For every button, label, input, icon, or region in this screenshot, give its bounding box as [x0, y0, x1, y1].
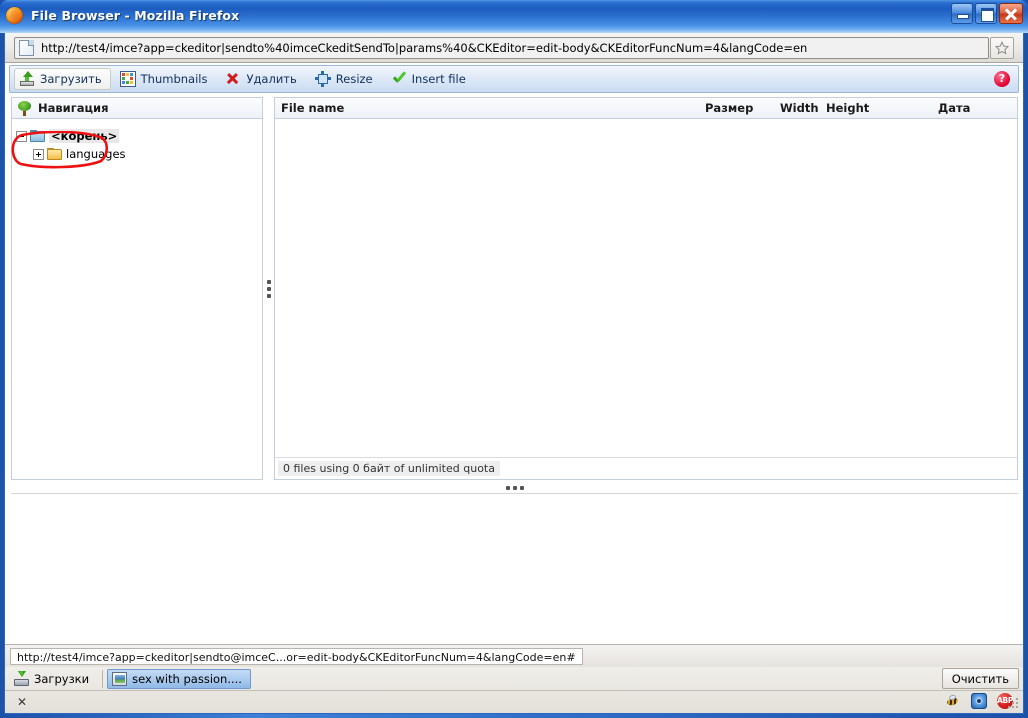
quota-text: 0 files using 0 байт of unlimited quota [278, 461, 500, 476]
quota-bar: 0 files using 0 байт of unlimited quota [275, 457, 1017, 479]
folder-tree: <корень> languages [12, 119, 262, 163]
navigation-panel: Навигация <корень> languages [11, 97, 263, 480]
vertical-splitter-grip [267, 279, 271, 298]
window-controls [951, 3, 1023, 24]
vertical-splitter[interactable] [264, 97, 274, 480]
close-button[interactable] [999, 3, 1023, 24]
shield-icon[interactable] [971, 693, 987, 709]
taskbar-item-media-label: sex with passion.... [132, 671, 242, 686]
delete-button-label: Удалить [246, 72, 297, 86]
folder-open-icon [30, 129, 46, 143]
maximize-button[interactable] [975, 3, 997, 24]
upload-button-label: Загрузить [40, 72, 102, 86]
browser-status-bar: http://test4/imce?app=ckeditor|sendto@im… [5, 644, 1023, 667]
preview-pane [11, 493, 1018, 641]
imce-page: Загрузить Thumbnails Удалить Resize Inse… [5, 63, 1023, 644]
download-icon [14, 671, 29, 686]
thumbnails-icon [119, 71, 136, 87]
column-header-size[interactable]: Размер [705, 101, 753, 115]
status-bar-text: http://test4/imce?app=ckeditor|sendto@im… [10, 648, 583, 665]
url-text: http://test4/imce?app=ckeditor|sendto%40… [41, 41, 808, 55]
thumbnails-button-label: Thumbnails [140, 72, 208, 86]
navigation-panel-title: Навигация [38, 101, 109, 115]
title-bar-content: File Browser - Mozilla Firefox [6, 4, 239, 26]
tree-toggle-languages[interactable] [33, 148, 44, 160]
folder-closed-icon [47, 147, 63, 161]
downloads-button[interactable]: Загрузки [9, 669, 98, 689]
tree-item-root-label: <корень> [49, 129, 120, 143]
url-input[interactable]: http://test4/imce?app=ckeditor|sendto%40… [14, 37, 989, 59]
column-header-width[interactable]: Width [780, 101, 819, 115]
title-bar: File Browser - Mozilla Firefox [0, 0, 1028, 33]
tree-item-root[interactable]: <корень> [16, 127, 262, 145]
resize-button[interactable]: Resize [310, 68, 382, 90]
resize-button-label: Resize [335, 72, 373, 86]
file-list-header: File name Размер Width Height Дата [275, 98, 1017, 119]
navigation-toolbar: http://test4/imce?app=ckeditor|sendto%40… [5, 33, 1023, 63]
file-list-panel: File name Размер Width Height Дата 0 fil… [274, 97, 1018, 480]
page-icon [19, 40, 34, 56]
upload-icon [19, 71, 35, 87]
tray-icons: ABP [945, 693, 1013, 709]
tree-icon [17, 100, 32, 116]
delete-button[interactable]: Удалить [220, 68, 305, 90]
column-header-file-name[interactable]: File name [281, 101, 344, 115]
upload-button[interactable]: Загрузить [14, 68, 111, 90]
star-icon[interactable] [990, 37, 1014, 59]
horizontal-splitter-grip [505, 485, 524, 490]
media-icon [112, 671, 128, 686]
tree-item-languages-label: languages [66, 147, 126, 161]
file-list-body[interactable] [275, 119, 1017, 457]
resize-icon [314, 71, 331, 87]
downloads-button-label: Загрузки [34, 671, 90, 686]
taskbar-item-media[interactable]: sex with passion.... [107, 668, 251, 689]
window-title: File Browser - Mozilla Firefox [31, 7, 240, 23]
browser-client-area: http://test4/imce?app=ckeditor|sendto%40… [4, 33, 1024, 667]
clear-button[interactable]: Очистить [941, 668, 1019, 689]
close-downloads-icon[interactable]: ✕ [17, 695, 27, 709]
minimize-button[interactable] [951, 3, 973, 24]
column-header-height[interactable]: Height [826, 101, 869, 115]
taskbar-separator [102, 669, 104, 688]
downloads-row: Загрузки sex with passion.... Очистить [5, 667, 1023, 691]
bee-icon[interactable] [945, 693, 961, 709]
imce-toolbar: Загрузить Thumbnails Удалить Resize Inse… [9, 65, 1019, 93]
help-icon[interactable]: ? [994, 71, 1010, 87]
insert-file-button-label: Insert file [411, 72, 466, 86]
firefox-logo-icon [6, 6, 23, 24]
navigation-panel-header: Навигация [12, 98, 262, 119]
browser-window: File Browser - Mozilla Firefox http://te… [0, 0, 1028, 718]
downloads-taskbar: Загрузки sex with passion.... Очистить ✕… [4, 667, 1024, 714]
tray-row: ✕ ABP [5, 691, 1023, 713]
check-icon [391, 71, 407, 87]
thumbnails-button[interactable]: Thumbnails [115, 68, 217, 90]
tree-item-languages[interactable]: languages [16, 145, 262, 163]
tree-toggle-root[interactable] [16, 130, 27, 142]
star-glyph [995, 41, 1009, 55]
insert-file-button[interactable]: Insert file [386, 68, 475, 90]
resize-grip[interactable] [1008, 698, 1020, 710]
delete-icon [225, 71, 241, 87]
horizontal-splitter[interactable] [11, 482, 1018, 493]
column-header-date[interactable]: Дата [938, 101, 970, 115]
imce-toolbar-items: Загрузить Thumbnails Удалить Resize Inse… [14, 68, 479, 90]
